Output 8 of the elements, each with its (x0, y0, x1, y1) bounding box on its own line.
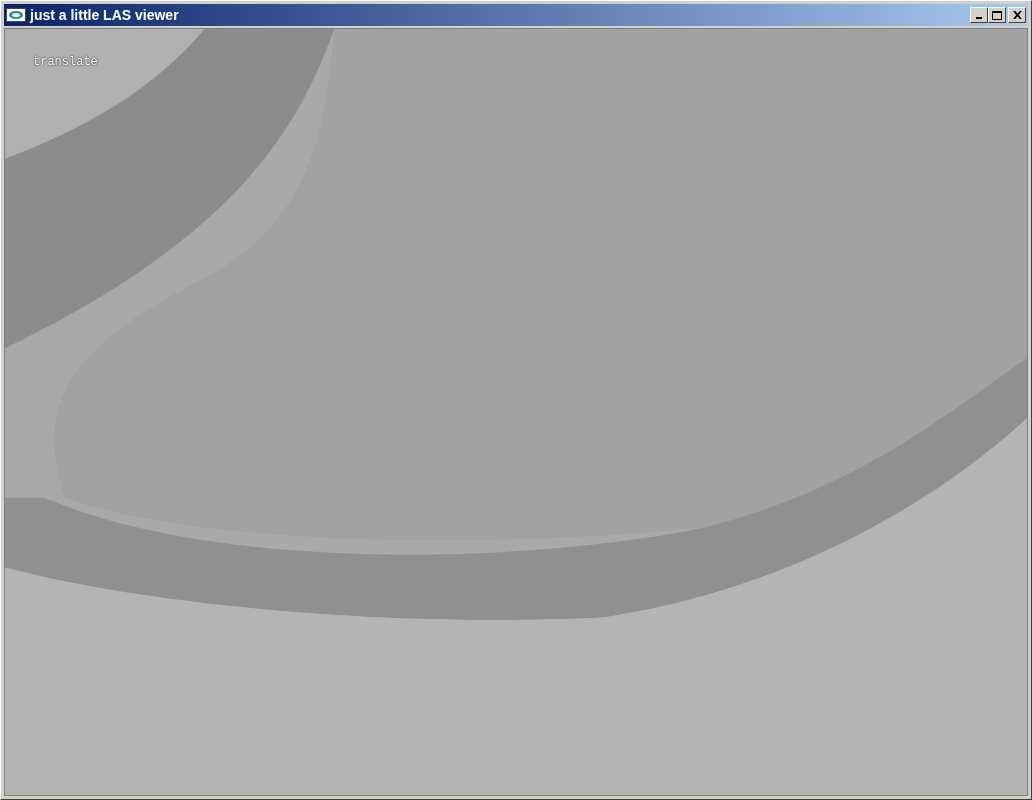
window-title: just a little LAS viewer (30, 7, 180, 23)
mode-label: translate (33, 55, 98, 69)
app-icon (6, 8, 26, 22)
minimize-button[interactable] (970, 7, 988, 23)
close-icon (1012, 11, 1022, 19)
maximize-button[interactable] (988, 7, 1006, 23)
close-button[interactable] (1008, 7, 1026, 23)
maximize-icon (992, 10, 1002, 20)
